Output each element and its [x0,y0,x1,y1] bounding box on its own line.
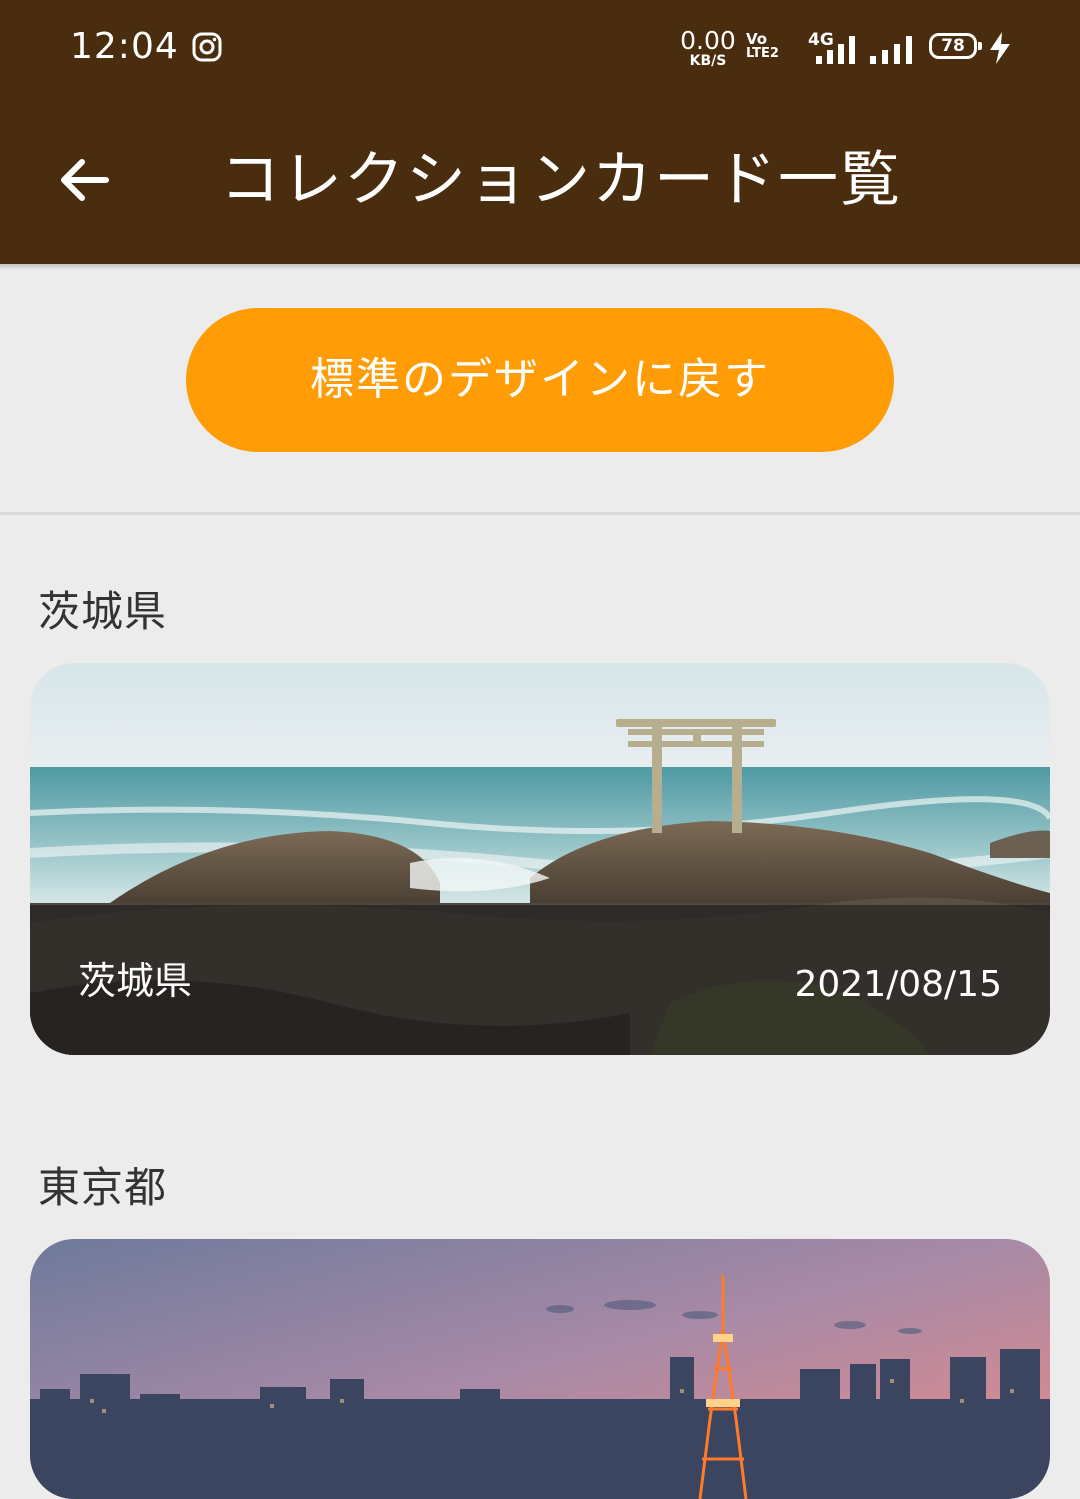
network-speed: 0.00 KB/S [678,28,738,68]
section-heading-ibaraki: 茨城県 [38,587,168,636]
app-bar-shadow [0,264,1080,270]
app-bar: コレクションカード一覧 [0,96,1080,264]
battery-percent: 78 [941,36,965,56]
status-time: 12:04 [70,26,179,67]
charging-bolt-icon [990,32,1010,64]
card-date-label: 2021/08/15 [794,964,1003,1005]
reset-design-button[interactable]: 標準のデザインに戻す [186,308,894,452]
network-speed-unit: KB/S [689,53,727,69]
signal-icon: 4G [798,30,856,64]
network-speed-value: 0.00 [680,26,736,55]
divider [0,512,1080,515]
battery-icon: 78 [929,33,982,59]
volte-line2: LTE2 [746,46,779,61]
card-prefecture-label: 茨城県 [78,959,193,1003]
instagram-icon [192,32,222,62]
collection-card-tokyo[interactable] [30,1239,1050,1499]
collection-card-ibaraki[interactable]: 茨城県 2021/08/15 [30,663,1050,1055]
arrow-left-icon[interactable] [52,148,116,212]
volte-indicator: Vo LTE2 [746,30,779,61]
status-bar: 12:04 0.00 KB/S Vo LTE2 4G 78 [0,0,1080,96]
page-title: コレクションカード一覧 [220,145,902,215]
section-heading-tokyo: 東京都 [38,1163,168,1212]
volte-line1: Vo [746,30,768,48]
card-caption-bar: 茨城県 2021/08/15 [30,905,1050,1055]
card-image-tokyo-tower [30,1239,1050,1499]
signal-icon-sim2 [870,30,912,64]
